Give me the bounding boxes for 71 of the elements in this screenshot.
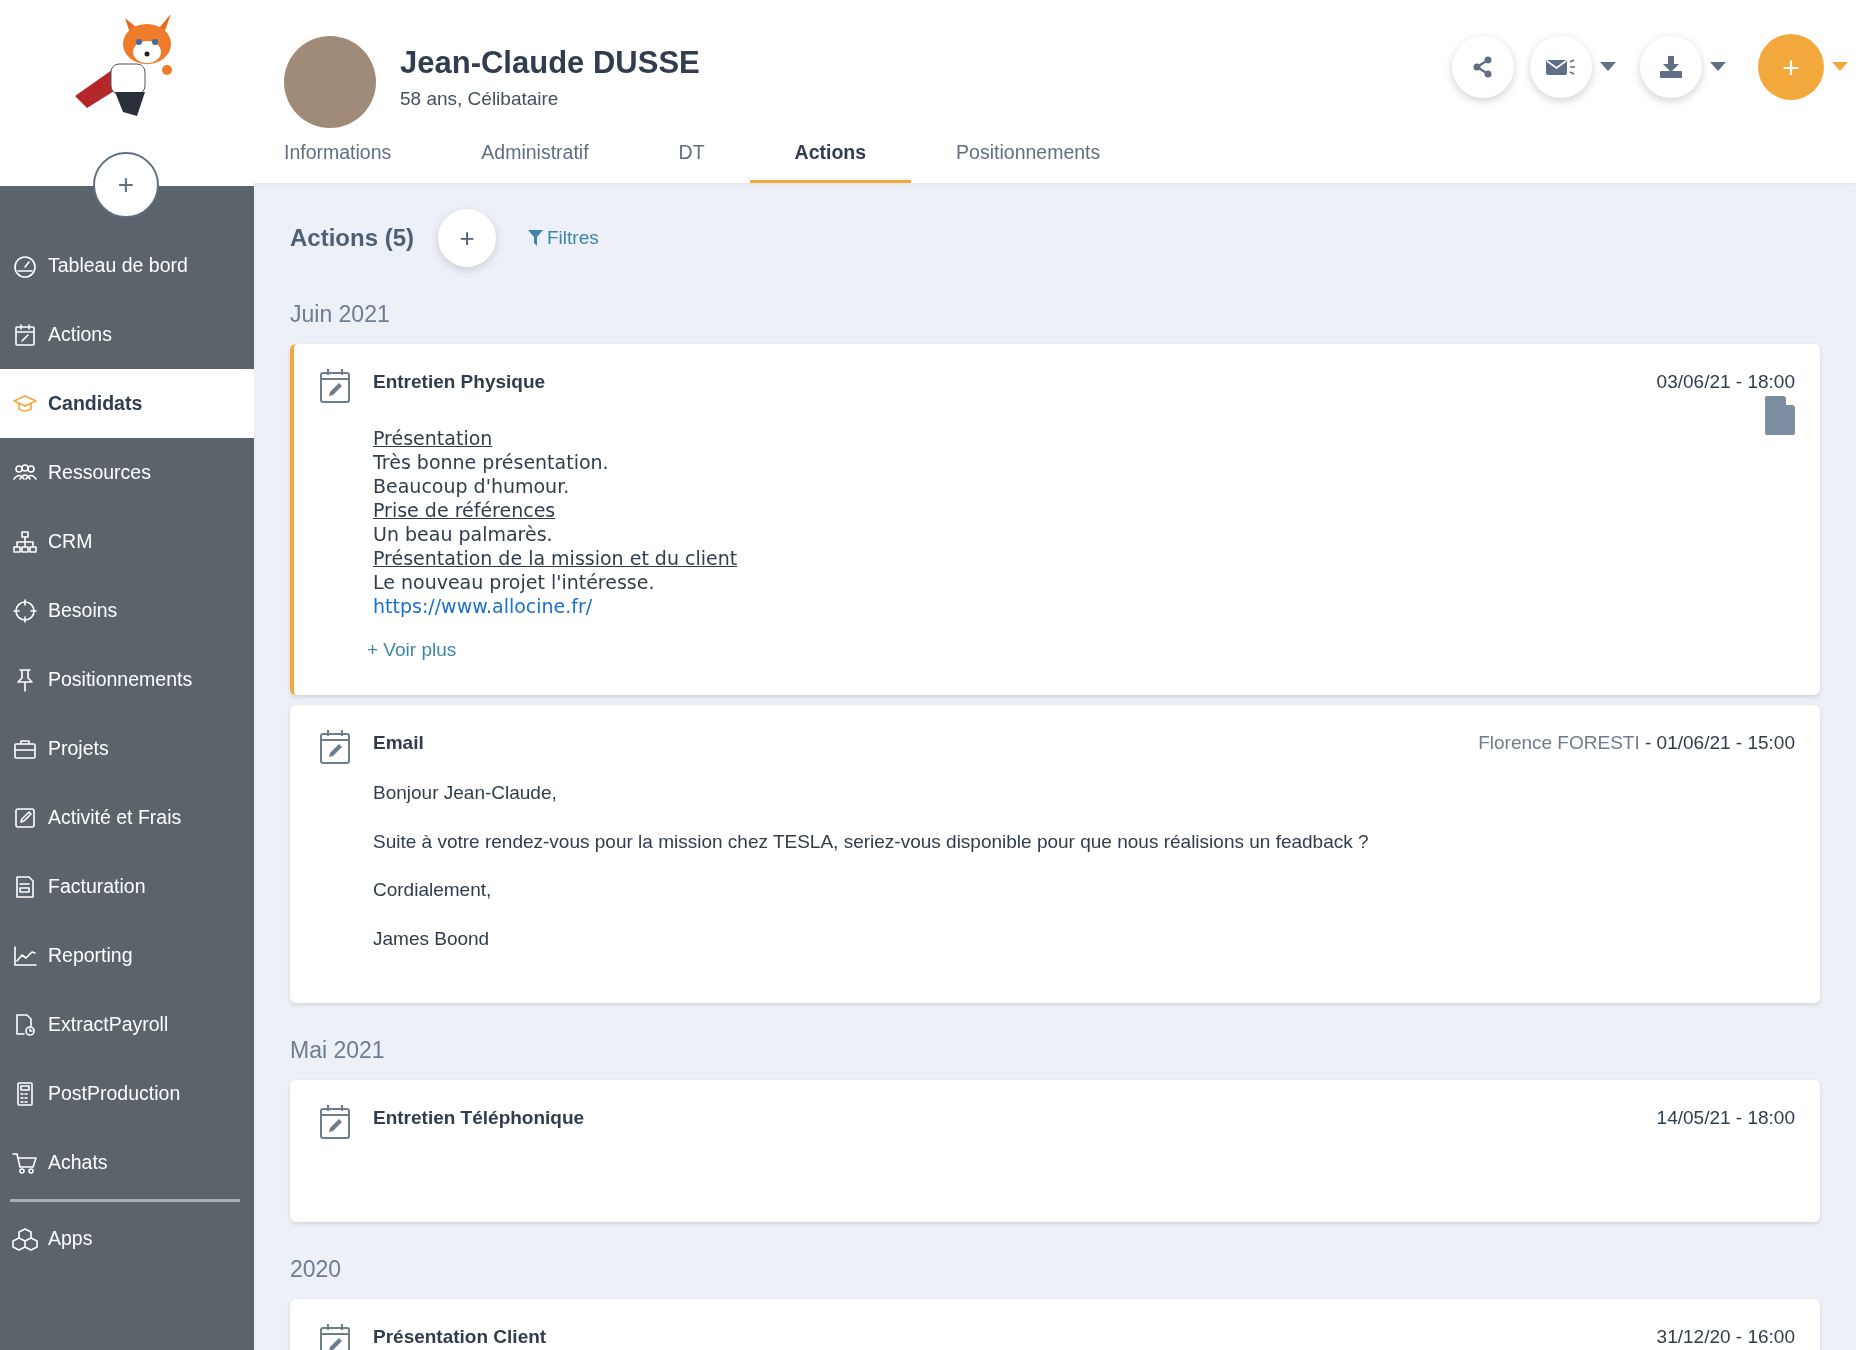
email-paragraph: Bonjour Jean-Claude,: [373, 781, 558, 806]
add-button[interactable]: +: [93, 152, 159, 218]
crosshair-icon: [12, 597, 38, 624]
filter-icon: [528, 230, 543, 247]
sidebar-item[interactable]: Reporting: [0, 921, 254, 990]
calendar-icon: [12, 321, 38, 348]
action-date: Florence FORESTI - 01/06/21 - 15:00: [1478, 730, 1795, 755]
candidate-name: Jean-Claude DUSSE: [400, 44, 700, 82]
tab[interactable]: Actions: [749, 128, 912, 184]
action-card[interactable]: Présentation Client 31/12/20 - 16:00: [290, 1298, 1820, 1350]
note-line: Très bonne présentation.: [373, 450, 610, 475]
email-paragraph: Suite à votre rendez-vous pour la mission chez TESLA, seriez-vous disponible pour que nous réalisions un feadback ?: [373, 829, 1369, 854]
action-card[interactable]: Entretien Téléphonique 14/05/21 - 18:00: [290, 1079, 1820, 1223]
email-paragraph: James Boond: [373, 926, 491, 951]
sidebar-item[interactable]: ExtractPayroll: [0, 990, 254, 1059]
sidebar-item[interactable]: CRM: [0, 507, 254, 576]
sidebar-item[interactable]: Besoins: [0, 576, 254, 645]
caret-icon[interactable]: [1710, 62, 1726, 72]
sidebar-item[interactable]: Apps: [0, 1204, 254, 1273]
email-paragraph: Cordialement,: [373, 878, 493, 903]
caret-icon[interactable]: [1600, 62, 1616, 72]
action-title: Entretien Physique: [373, 369, 546, 394]
calendar-edit-icon: [319, 728, 351, 765]
share-icon: [1472, 56, 1494, 78]
add-button[interactable]: +: [438, 209, 496, 268]
action-card[interactable]: [290, 343, 1820, 695]
cubes-icon: [12, 1225, 38, 1252]
month-heading: Mai 2021: [290, 1036, 386, 1066]
download-button[interactable]: [1640, 36, 1702, 98]
note-line: Un beau palmarès.: [373, 522, 554, 547]
sidebar-item[interactable]: Projets: [0, 714, 254, 783]
tab[interactable]: Informations: [284, 128, 437, 184]
note-heading: Prise de références: [373, 498, 557, 523]
note-line: Beaucoup d'humour.: [373, 474, 571, 499]
note-link[interactable]: https://www.allocine.fr/: [373, 594, 593, 619]
candidate-details: 58 ans, Célibataire: [400, 87, 560, 112]
org-chart-icon: [12, 528, 38, 555]
email-button[interactable]: [1530, 36, 1592, 98]
calendar-edit-icon: [319, 1103, 351, 1140]
action-title: Email: [373, 730, 424, 755]
action-date: 03/06/21 - 18:00: [1656, 369, 1795, 394]
share-button[interactable]: [1452, 36, 1514, 98]
sidebar-item[interactable]: Ressources: [0, 438, 254, 507]
download-icon: [1660, 56, 1682, 78]
action-date: 31/12/20 - 16:00: [1656, 1324, 1795, 1349]
calendar-edit-icon: [319, 367, 351, 404]
sidebar-item[interactable]: Achats: [0, 1128, 254, 1197]
tab[interactable]: Positionnements: [911, 128, 1146, 184]
sidebar-item[interactable]: Candidats: [0, 369, 254, 438]
month-heading: Juin 2021: [290, 300, 391, 330]
month-heading: 2020: [290, 1255, 343, 1285]
action-title: Entretien Téléphonique: [373, 1105, 585, 1130]
envelope-icon: [1545, 56, 1577, 78]
action-title: Présentation Client: [373, 1324, 547, 1349]
tab[interactable]: DT: [633, 128, 750, 184]
note-heading: Présentation de la mission et du client: [373, 546, 738, 571]
note-heading: Présentation: [373, 426, 494, 451]
sidebar-item[interactable]: PostProduction: [0, 1059, 254, 1128]
see-more-link[interactable]: + Voir plus: [367, 636, 457, 665]
calendar-edit-icon: [319, 1322, 351, 1350]
sidebar-item[interactable]: Tableau de bord: [0, 231, 254, 300]
section-title: Actions (5): [290, 223, 414, 254]
sidebar-item[interactable]: Activité et Frais: [0, 783, 254, 852]
sidebar-item[interactable]: Positionnements: [0, 645, 254, 714]
tab[interactable]: Administratif: [436, 128, 634, 184]
action-date: 14/05/21 - 18:00: [1656, 1105, 1795, 1130]
note-line: Le nouveau projet l'intéresse.: [373, 570, 656, 595]
sidebar-item[interactable]: Facturation: [0, 852, 254, 921]
sidebar-item[interactable]: Actions: [0, 300, 254, 369]
filters-link[interactable]: Filtres: [528, 224, 599, 253]
document-icon[interactable]: [1765, 396, 1795, 436]
